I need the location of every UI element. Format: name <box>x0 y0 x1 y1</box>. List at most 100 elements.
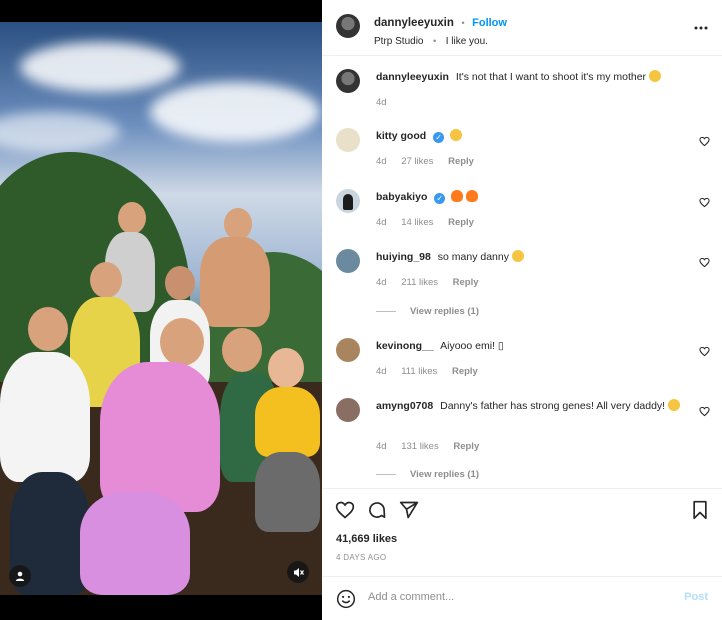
person-head <box>90 262 122 298</box>
comment-item: kitty good ✓ 4d 27 likes Reply <box>322 128 722 178</box>
comment-text: huiying_98 so many danny <box>376 250 694 264</box>
caption: dannyleeyuxin It's not that I want to sh… <box>322 69 722 129</box>
comment-likes[interactable]: 14 likes <box>401 217 433 228</box>
person-head <box>268 348 304 388</box>
comment-likes[interactable]: 131 likes <box>401 441 439 452</box>
comment-item: kevinong__ Aiyooo emi! ▯ 4d 111 likes Re… <box>322 338 722 388</box>
user-tag-button[interactable] <box>9 565 31 587</box>
comment-button[interactable] <box>367 500 387 520</box>
comment-body: Danny's father has strong genes! All ver… <box>440 400 666 412</box>
reply-button[interactable]: Reply <box>453 277 479 288</box>
post-date[interactable]: 4 DAYS AGO <box>336 553 386 562</box>
more-options-button[interactable] <box>694 18 708 36</box>
reply-button[interactable]: Reply <box>448 156 474 167</box>
comment-like-button[interactable] <box>699 406 710 417</box>
reply-button[interactable]: Reply <box>448 217 474 228</box>
post-actions: 41,669 likes 4 DAYS AGO <box>322 488 722 576</box>
comment-meta: 4d 131 likes Reply <box>376 441 491 452</box>
comment-like-button[interactable] <box>699 197 710 208</box>
post-panel: dannyleeyuxin • Follow Ptrp Studio • I l… <box>322 0 722 620</box>
audio-row: Ptrp Studio • I like you. <box>374 31 488 49</box>
comments-list[interactable]: dannyleeyuxin It's not that I want to sh… <box>322 57 722 487</box>
mute-button[interactable] <box>287 561 309 583</box>
comment-text: babyakiyo ✓ <box>376 190 694 204</box>
avatar[interactable] <box>336 398 360 422</box>
cloud <box>150 82 320 142</box>
comment-username[interactable]: babyakiyo <box>376 191 427 203</box>
comment-meta: 4d 211 likes Reply <box>376 277 491 288</box>
comment-time: 4d <box>376 277 387 288</box>
comment-meta: 4d 14 likes Reply <box>376 217 486 228</box>
more-icon <box>694 26 708 30</box>
comment-item: huiying_98 so many danny 4d 211 likes Re… <box>322 249 722 329</box>
fire-emoji-icon <box>451 190 464 202</box>
header-username[interactable]: dannyleeyuxin <box>374 17 454 29</box>
caption-text: dannyleeyuxin It's not that I want to sh… <box>376 70 694 84</box>
person <box>200 237 270 327</box>
post-comment-button[interactable]: Post <box>684 591 708 603</box>
comment-likes[interactable]: 111 likes <box>401 366 437 377</box>
reply-button[interactable]: Reply <box>452 366 478 377</box>
avatar[interactable] <box>336 249 360 273</box>
audio-name[interactable]: Ptrp Studio <box>374 36 423 47</box>
comment-input[interactable]: Add a comment... <box>368 591 454 603</box>
header-separator: • <box>461 18 465 29</box>
comment-item: babyakiyo ✓ 4d 14 likes Reply <box>322 189 722 239</box>
likes-count[interactable]: 41,669 likes <box>336 533 397 545</box>
comment-composer: Add a comment... Post <box>322 576 722 620</box>
follow-button[interactable]: Follow <box>472 17 507 29</box>
comment-like-button[interactable] <box>699 257 710 268</box>
comment-time: 4d <box>376 441 387 452</box>
comment-meta: 4d 27 likes Reply <box>376 156 486 167</box>
comment-text: kevinong__ Aiyooo emi! ▯ <box>376 339 694 353</box>
view-replies-button[interactable]: View replies (1) <box>376 469 479 480</box>
share-button[interactable] <box>399 500 419 520</box>
surprised-emoji-icon <box>511 250 524 262</box>
comment-item: amyng0708 Danny's father has strong gene… <box>322 398 722 487</box>
grin-emoji-icon <box>648 70 661 82</box>
video-frame[interactable] <box>0 22 322 595</box>
surprised-emoji-icon <box>450 129 463 141</box>
avatar[interactable] <box>336 69 360 93</box>
avatar[interactable] <box>336 338 360 362</box>
comment-likes[interactable]: 27 likes <box>401 156 433 167</box>
audio-separator: • <box>432 36 437 47</box>
verified-icon: ✓ <box>434 193 446 204</box>
fire-emoji-icon <box>466 190 479 202</box>
comment-like-button[interactable] <box>699 136 710 147</box>
post-media[interactable] <box>0 0 322 620</box>
view-replies-label: View replies (1) <box>410 306 479 317</box>
person <box>100 362 220 512</box>
avatar[interactable] <box>336 14 360 38</box>
comment-like-button[interactable] <box>699 346 710 357</box>
comment-likes[interactable]: 211 likes <box>401 277 438 288</box>
comment-username[interactable]: huiying_98 <box>376 251 431 263</box>
verified-icon: ✓ <box>433 132 445 143</box>
avatar[interactable] <box>336 128 360 152</box>
person <box>255 387 320 457</box>
comment-text: kitty good ✓ <box>376 129 694 143</box>
comment-username[interactable]: kevinong__ <box>376 340 434 352</box>
like-button[interactable] <box>335 500 355 520</box>
person-head <box>224 208 252 240</box>
reply-button[interactable]: Reply <box>453 441 479 452</box>
person-head <box>165 266 195 300</box>
view-replies-button[interactable]: View replies (1) <box>376 306 479 317</box>
caption-body: It's not that I want to shoot it's my mo… <box>455 71 647 83</box>
comment-username[interactable]: kitty good <box>376 130 426 142</box>
comment-body: Aiyooo emi! ▯ <box>440 340 504 352</box>
person-head <box>160 318 204 366</box>
divider-line <box>376 311 396 312</box>
person-head <box>222 328 262 372</box>
comment-username[interactable]: amyng0708 <box>376 400 433 412</box>
avatar[interactable] <box>336 189 360 213</box>
song-name[interactable]: I like you. <box>446 36 488 47</box>
bookmark-button[interactable] <box>690 500 710 520</box>
comment-meta: 4d 111 likes Reply <box>376 366 490 377</box>
post-header: dannyleeyuxin • Follow Ptrp Studio • I l… <box>322 0 722 56</box>
caption-username[interactable]: dannyleeyuxin <box>376 71 449 83</box>
person <box>80 492 190 595</box>
emoji-picker-button[interactable] <box>336 589 356 609</box>
person <box>255 452 320 532</box>
header-title-row: dannyleeyuxin • Follow <box>374 13 507 31</box>
